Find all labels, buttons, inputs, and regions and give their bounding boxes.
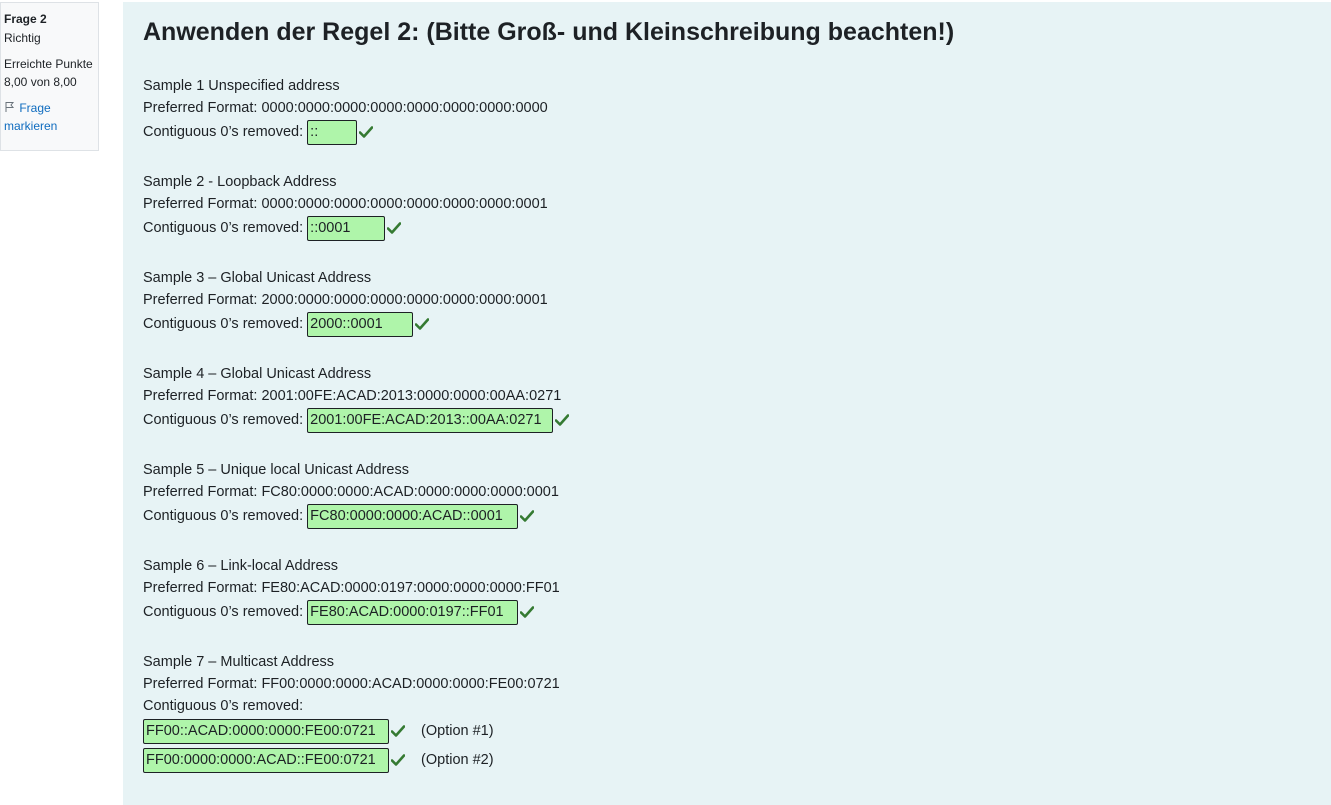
answer-input[interactable]: 2000::0001 (307, 311, 414, 337)
answer-row-option-2: FF00:0000:0000:ACAD::FE00:0721 (Option #… (143, 746, 1331, 775)
answer-row: Contiguous 0’s removed: ::0001 (143, 215, 1331, 241)
sample-title: Sample 7 – Multicast Address (143, 654, 335, 670)
preferred-format: Preferred Format: 2001:00FE:ACAD:2013:00… (143, 388, 562, 404)
question-state: Richtig (4, 31, 41, 45)
answer-input-option-1[interactable]: FF00::ACAD:0000:0000:FE00:0721 (143, 718, 389, 744)
samples-list: Sample 1 Unspecified address Preferred F… (143, 75, 1331, 775)
option-1-label: (Option #1) (421, 723, 494, 739)
answer-input[interactable]: 2001:00FE:ACAD:2013::00AA:0271 (307, 407, 554, 433)
sample-7: Sample 7 – Multicast Address Preferred F… (143, 651, 1331, 775)
sample-1: Sample 1 Unspecified address Preferred F… (143, 75, 1331, 145)
answer-row: Contiguous 0’s removed: FC80:0000:0000:A… (143, 503, 1331, 529)
flag-question-link[interactable]: Frage markieren (4, 99, 95, 135)
check-icon (387, 222, 402, 234)
sample-5: Sample 5 – Unique local Unicast Address … (143, 459, 1331, 529)
question-content: Anwenden der Regel 2: (Bitte Groß- und K… (123, 2, 1331, 805)
flag-icon (4, 100, 16, 112)
option-2-label: (Option #2) (421, 752, 494, 768)
preferred-format: Preferred Format: 0000:0000:0000:0000:00… (143, 196, 548, 212)
removed-label: Contiguous 0’s removed: (143, 508, 304, 524)
check-icon (520, 606, 535, 618)
answer-input[interactable]: :: (307, 119, 358, 145)
sample-4: Sample 4 – Global Unicast Address Prefer… (143, 363, 1331, 433)
flag-label-2[interactable]: markieren (4, 117, 95, 135)
sample-title: Sample 5 – Unique local Unicast Address (143, 462, 409, 478)
answer-row: Contiguous 0’s removed: FE80:ACAD:0000:0… (143, 599, 1331, 625)
removed-label: Contiguous 0’s removed: (143, 604, 304, 620)
check-icon (555, 414, 570, 426)
preferred-format: Preferred Format: FE80:ACAD:0000:0197:00… (143, 580, 560, 596)
flag-label-1[interactable]: Frage (19, 101, 50, 115)
sample-2: Sample 2 - Loopback Address Preferred Fo… (143, 171, 1331, 241)
removed-label: Contiguous 0’s removed: (143, 220, 304, 236)
answer-row: Contiguous 0’s removed: 2001:00FE:ACAD:2… (143, 407, 1331, 433)
answer-input[interactable]: FE80:ACAD:0000:0197::FF01 (307, 599, 519, 625)
grade-label: Erreichte Punkte (4, 57, 93, 71)
sample-title: Sample 4 – Global Unicast Address (143, 366, 372, 382)
check-icon (415, 318, 430, 330)
preferred-format: Preferred Format: 2000:0000:0000:0000:00… (143, 292, 548, 308)
answer-row: Contiguous 0’s removed: :: (143, 119, 1331, 145)
removed-label: Contiguous 0’s removed: (143, 124, 304, 140)
preferred-format: Preferred Format: FC80:0000:0000:ACAD:00… (143, 484, 559, 500)
sample-6: Sample 6 – Link-local Address Preferred … (143, 555, 1331, 625)
check-icon (391, 754, 405, 766)
sample-title: Sample 1 Unspecified address (143, 78, 340, 94)
sample-title: Sample 6 – Link-local Address (143, 558, 339, 574)
answer-row-option-1: FF00::ACAD:0000:0000:FE00:0721 (Option #… (143, 717, 1331, 746)
check-icon (391, 725, 405, 737)
preferred-format: Preferred Format: FF00:0000:0000:ACAD:00… (143, 676, 560, 692)
removed-label: Contiguous 0’s removed: (143, 412, 304, 428)
removed-label: Contiguous 0’s removed: (143, 316, 304, 332)
check-icon (520, 510, 535, 522)
sample-title: Sample 3 – Global Unicast Address (143, 270, 372, 286)
question-grade: Erreichte Punkte 8,00 von 8,00 (4, 55, 95, 91)
question-number: Frage 2 (4, 12, 47, 26)
sample-3: Sample 3 – Global Unicast Address Prefer… (143, 267, 1331, 337)
answer-input-option-2[interactable]: FF00:0000:0000:ACAD::FE00:0721 (143, 747, 389, 773)
preferred-format: Preferred Format: 0000:0000:0000:0000:00… (143, 100, 548, 116)
answer-input[interactable]: FC80:0000:0000:ACAD::0001 (307, 503, 519, 529)
removed-label: Contiguous 0’s removed: (143, 698, 304, 714)
page-title: Anwenden der Regel 2: (Bitte Groß- und K… (143, 18, 955, 46)
answer-input[interactable]: ::0001 (307, 215, 386, 241)
answer-row: Contiguous 0’s removed: 2000::0001 (143, 311, 1331, 337)
grade-value: 8,00 von 8,00 (4, 75, 77, 89)
sample-title: Sample 2 - Loopback Address (143, 174, 337, 190)
question-info-panel: Frage 2 Richtig Erreichte Punkte 8,00 vo… (0, 2, 99, 151)
check-icon (359, 126, 374, 138)
